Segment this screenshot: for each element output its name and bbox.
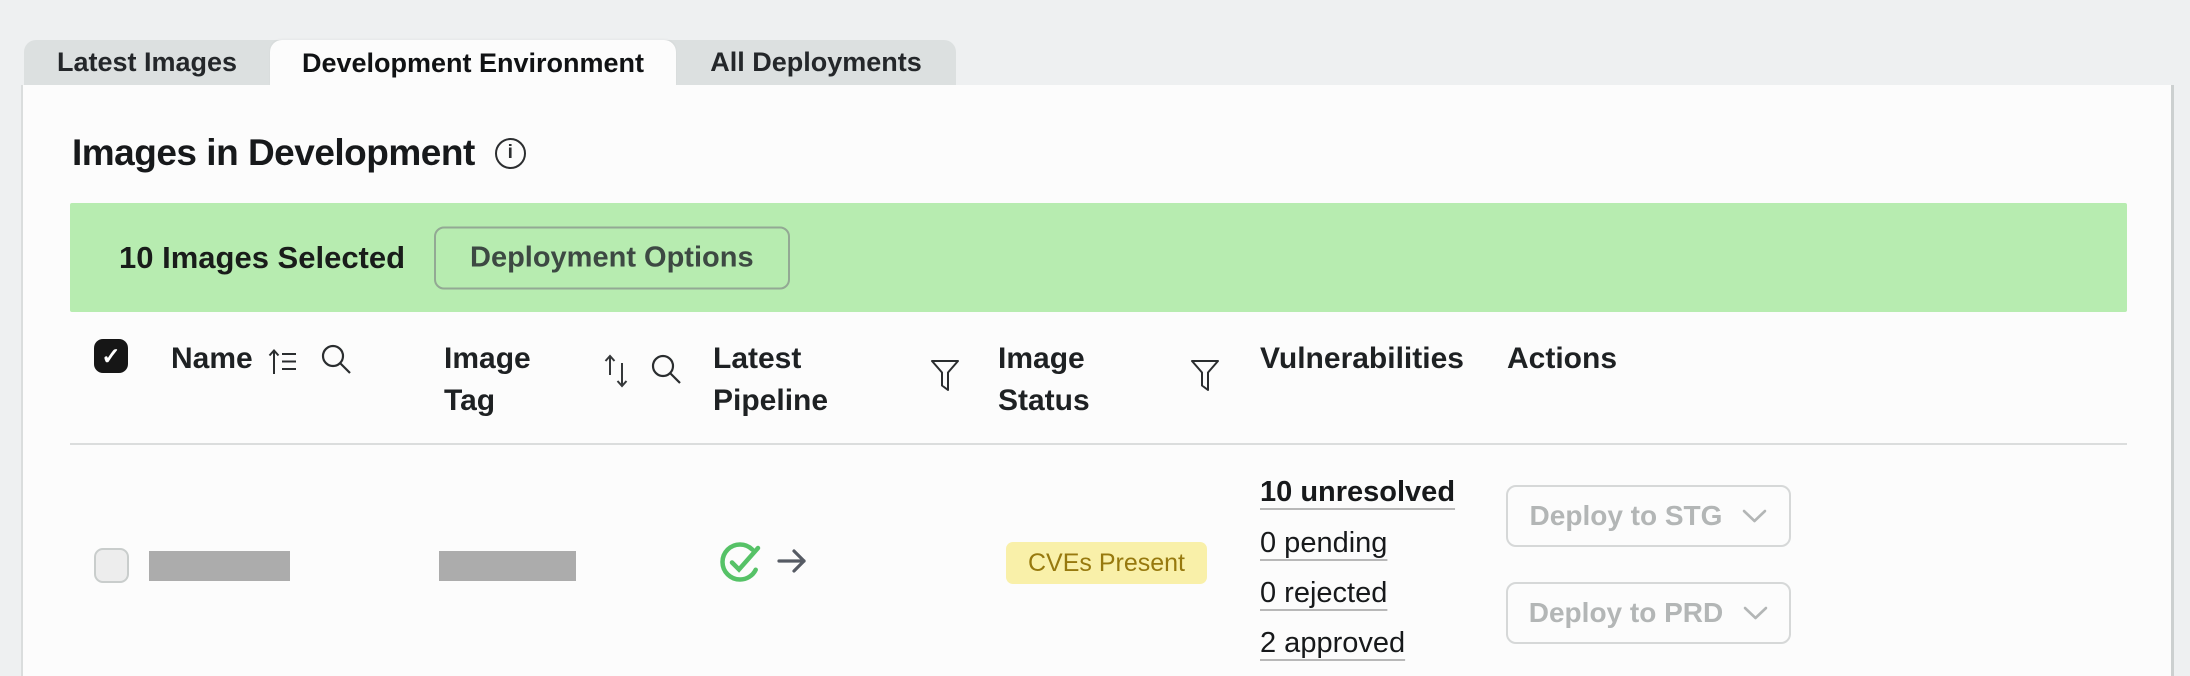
- tab-development-environment[interactable]: Development Environment: [270, 40, 676, 86]
- arrow-right-icon[interactable]: [775, 543, 811, 579]
- page-title: Images in Development: [72, 132, 475, 173]
- column-header-name: Name: [171, 342, 253, 375]
- image-tag-placeholder-bar: [439, 551, 576, 581]
- deployment-options-button[interactable]: Deployment Options: [434, 226, 790, 289]
- sort-icon[interactable]: [601, 353, 633, 391]
- column-header-actions: Actions: [1507, 342, 1618, 375]
- chevron-down-icon: [1742, 509, 1767, 524]
- column-header-vulnerabilities: Vulnerabilities: [1260, 342, 1464, 375]
- filter-icon[interactable]: [929, 357, 961, 395]
- deploy-to-prd-label: Deploy to PRD: [1528, 597, 1724, 628]
- filter-icon[interactable]: [1189, 357, 1221, 395]
- page-title-row: Images in Development i: [72, 132, 526, 174]
- column-header-image-status: Image Status: [998, 342, 1090, 417]
- pipeline-success-icon: [719, 537, 765, 583]
- unresolved-count-link[interactable]: 10 unresolved: [1260, 476, 1455, 509]
- row-checkbox[interactable]: [94, 548, 129, 583]
- search-icon[interactable]: [319, 343, 353, 377]
- info-icon[interactable]: i: [494, 137, 526, 169]
- column-header-latest-pipeline: Latest Pipeline: [713, 342, 829, 417]
- search-icon[interactable]: [649, 353, 683, 387]
- select-all-checkbox[interactable]: ✓: [94, 339, 128, 373]
- approved-count-link[interactable]: 2 approved: [1260, 627, 1405, 660]
- tab-bar: Latest Images Development Environment Al…: [24, 40, 956, 86]
- images-in-development-panel: Images in Development i 10 Images Select…: [21, 85, 2174, 676]
- deploy-to-stg-label: Deploy to STG: [1529, 500, 1723, 531]
- tab-all-deployments[interactable]: All Deployments: [676, 40, 956, 85]
- deploy-to-prd-button[interactable]: Deploy to PRD: [1506, 582, 1791, 644]
- deploy-to-stg-button[interactable]: Deploy to STG: [1506, 485, 1791, 547]
- column-header-image-tag: Image Tag: [444, 342, 531, 417]
- check-icon: ✓: [101, 342, 121, 369]
- rejected-count-link[interactable]: 0 rejected: [1260, 577, 1387, 610]
- chevron-down-icon: [1743, 606, 1768, 621]
- pending-count-link[interactable]: 0 pending: [1260, 527, 1387, 560]
- status-badge: CVEs Present: [1006, 542, 1208, 584]
- tab-latest-images[interactable]: Latest Images: [24, 40, 270, 85]
- selection-count-text: 10 Images Selected: [119, 239, 406, 275]
- screen: Latest Images Development Environment Al…: [0, 0, 2190, 676]
- name-placeholder-bar: [149, 551, 290, 581]
- sort-list-icon[interactable]: [267, 347, 299, 377]
- selection-banner: 10 Images Selected Deployment Options: [70, 203, 2127, 312]
- header-divider: [70, 443, 2127, 445]
